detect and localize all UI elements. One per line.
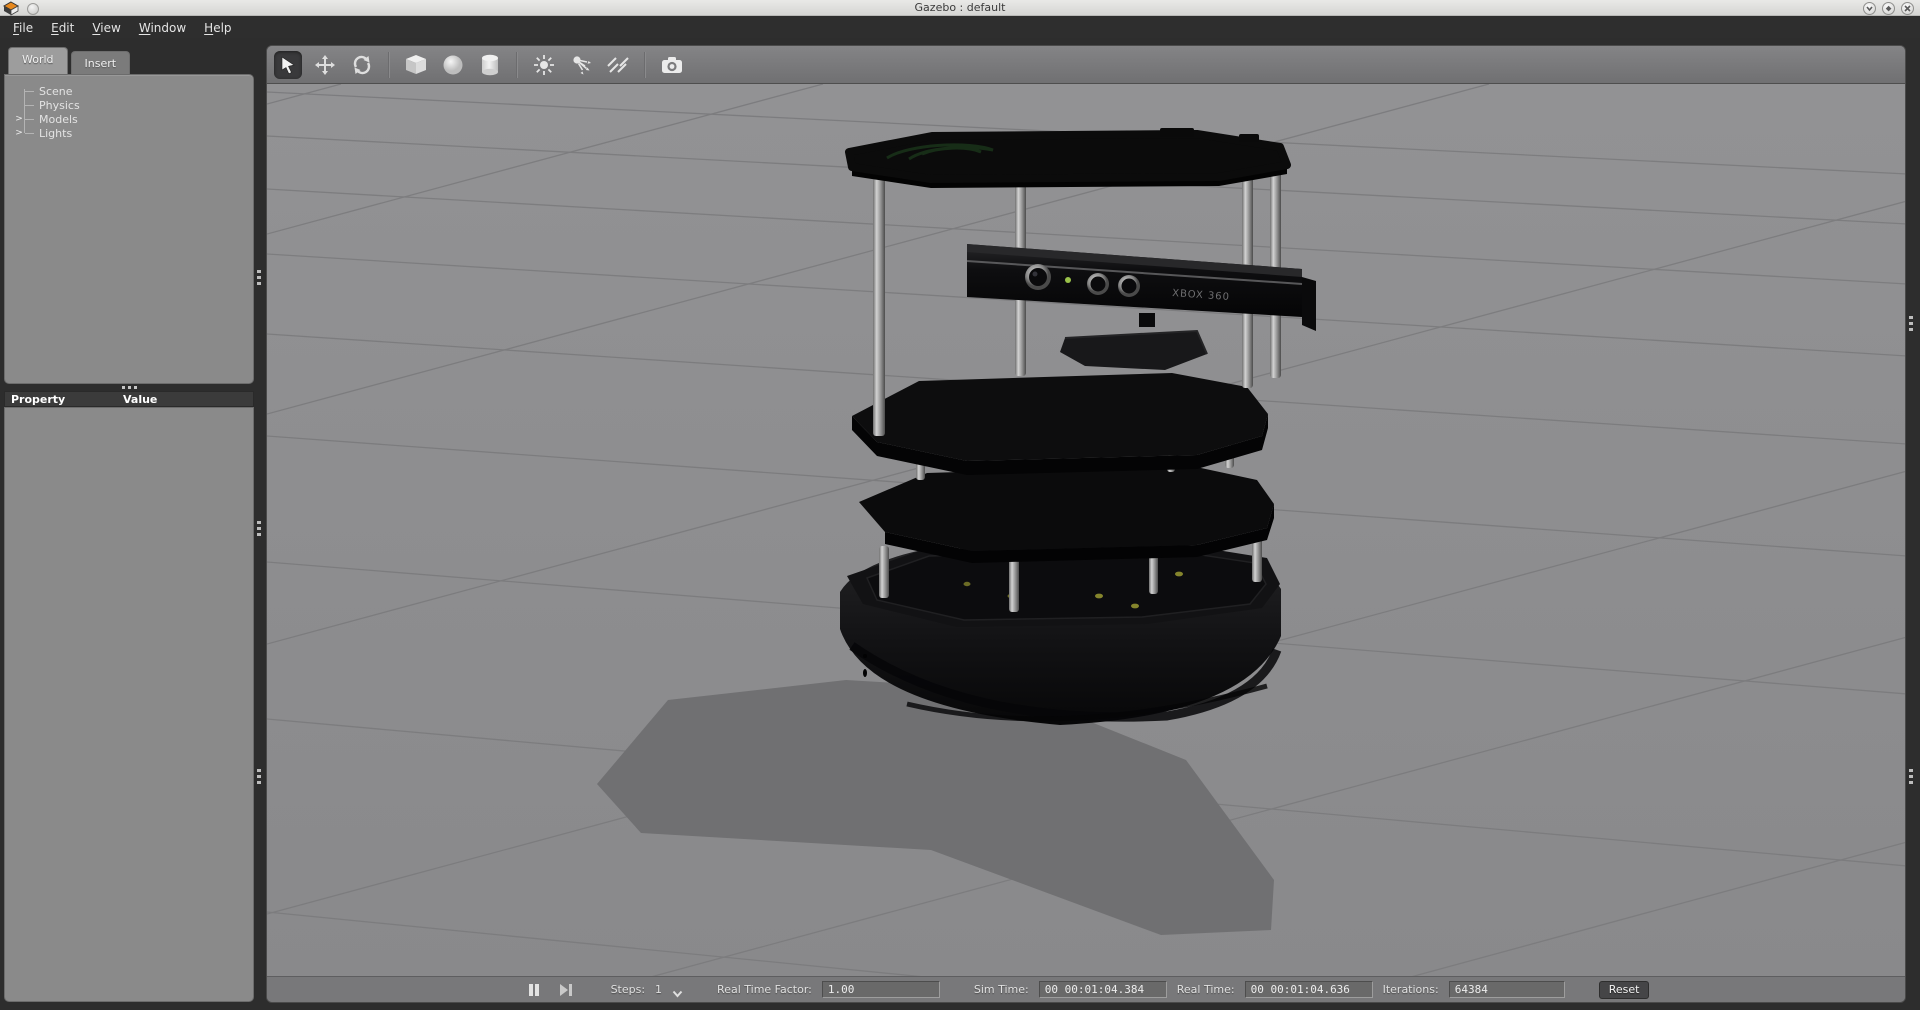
- tool-spot-light-button[interactable]: [567, 51, 595, 79]
- world-tree-panel: Scene Physics > Models > Lights: [4, 74, 254, 384]
- cylinder-icon: [479, 53, 501, 77]
- step-forward-icon: [559, 983, 573, 997]
- vertical-splitter-handle[interactable]: [257, 769, 262, 784]
- top-plate: [849, 128, 1287, 188]
- tool-cylinder-button[interactable]: [476, 51, 504, 79]
- menubar: File Edit View Window Help: [0, 17, 1920, 38]
- tool-select-button[interactable]: [274, 51, 302, 79]
- tool-box-button[interactable]: [402, 51, 430, 79]
- chevron-down-icon: [672, 990, 683, 998]
- steps-label: Steps:: [611, 983, 645, 996]
- rtf-value-field: 1.00: [822, 981, 940, 998]
- tree-item-lights[interactable]: > Lights: [5, 126, 253, 140]
- pause-button[interactable]: [523, 980, 545, 1000]
- menu-item-help[interactable]: Help: [195, 19, 240, 37]
- iterations-field: 64384: [1449, 981, 1565, 998]
- property-pane: [4, 407, 254, 1002]
- tool-screenshot-button[interactable]: [658, 51, 686, 79]
- vertical-splitter-handle[interactable]: [257, 521, 262, 536]
- move-icon: [314, 54, 336, 76]
- maximize-button[interactable]: [1882, 2, 1895, 15]
- expander-icon[interactable]: >: [13, 128, 25, 138]
- steps-spinner[interactable]: [672, 983, 683, 1002]
- real-time-label: Real Time:: [1177, 983, 1235, 996]
- tool-directional-light-button[interactable]: [604, 51, 632, 79]
- tool-point-light-button[interactable]: [530, 51, 558, 79]
- toolbar-separator: [388, 52, 390, 78]
- rtf-label: Real Time Factor:: [717, 983, 812, 996]
- real-time-field: 00 00:01:04.636: [1245, 981, 1373, 998]
- value-column-header[interactable]: Value: [123, 393, 157, 406]
- tree-item-physics[interactable]: Physics: [5, 98, 253, 112]
- property-table-header: Property Value: [4, 391, 254, 407]
- tool-sphere-button[interactable]: [439, 51, 467, 79]
- tab-insert[interactable]: Insert: [71, 51, 131, 74]
- menu-item-window[interactable]: Window: [130, 19, 195, 37]
- panel-tabs: World Insert: [8, 47, 133, 74]
- toolbar-separator: [644, 52, 646, 78]
- vertical-splitter-handle[interactable]: [257, 270, 262, 285]
- playback-bar: Steps: 1 Real Time Factor: 1.00 Sim Time…: [267, 976, 1905, 1002]
- sim-time-label: Sim Time:: [974, 983, 1029, 996]
- window-title: Gazebo : default: [0, 0, 1920, 16]
- world-tree: Scene Physics > Models > Lights: [5, 75, 253, 140]
- menu-item-edit[interactable]: Edit: [42, 19, 83, 37]
- chevron-down-icon: [1865, 4, 1874, 13]
- property-column-header[interactable]: Property: [5, 393, 123, 406]
- camera-icon: [660, 54, 684, 76]
- cube-icon: [404, 53, 428, 77]
- tree-item-models[interactable]: > Models: [5, 112, 253, 126]
- spot-light-icon: [570, 54, 592, 76]
- cursor-arrow-icon: [278, 55, 298, 75]
- close-button[interactable]: [1901, 2, 1914, 15]
- shade-button[interactable]: [1863, 2, 1876, 15]
- left-panel: World Insert Scene Physics > Models: [4, 47, 254, 1002]
- pause-icon: [527, 983, 541, 997]
- main-area: World Insert Scene Physics > Models: [0, 38, 1920, 1010]
- horizontal-splitter-handle[interactable]: [4, 384, 254, 391]
- kinect-led: [1065, 277, 1071, 283]
- titlebar: Gazebo : default: [0, 0, 1920, 16]
- menu-item-file[interactable]: File: [4, 19, 42, 37]
- steps-value[interactable]: 1: [655, 983, 662, 996]
- sphere-icon: [441, 53, 465, 77]
- right-splitter-handle[interactable]: [1909, 769, 1914, 784]
- render-toolbar: [267, 46, 1905, 84]
- reset-button[interactable]: Reset: [1599, 981, 1650, 999]
- tab-world[interactable]: World: [8, 47, 68, 74]
- tool-translate-button[interactable]: [311, 51, 339, 79]
- right-splitter-handle[interactable]: [1909, 316, 1914, 331]
- toolbar-separator: [516, 52, 518, 78]
- iterations-label: Iterations:: [1383, 983, 1439, 996]
- tree-item-scene[interactable]: Scene: [5, 84, 253, 98]
- step-button[interactable]: [555, 980, 577, 1000]
- viewport-3d[interactable]: XBOX 360: [267, 84, 1906, 978]
- expander-icon[interactable]: >: [13, 114, 25, 124]
- point-light-icon: [533, 54, 555, 76]
- menu-item-view[interactable]: View: [83, 19, 129, 37]
- sim-time-field: 00 00:01:04.384: [1039, 981, 1167, 998]
- directional-light-icon: [606, 54, 630, 76]
- maximize-icon: [1884, 4, 1893, 13]
- tool-rotate-button[interactable]: [348, 51, 376, 79]
- viewport-panel: XBOX 360: [266, 45, 1906, 1003]
- rotate-icon: [351, 54, 373, 76]
- close-icon: [1903, 4, 1912, 13]
